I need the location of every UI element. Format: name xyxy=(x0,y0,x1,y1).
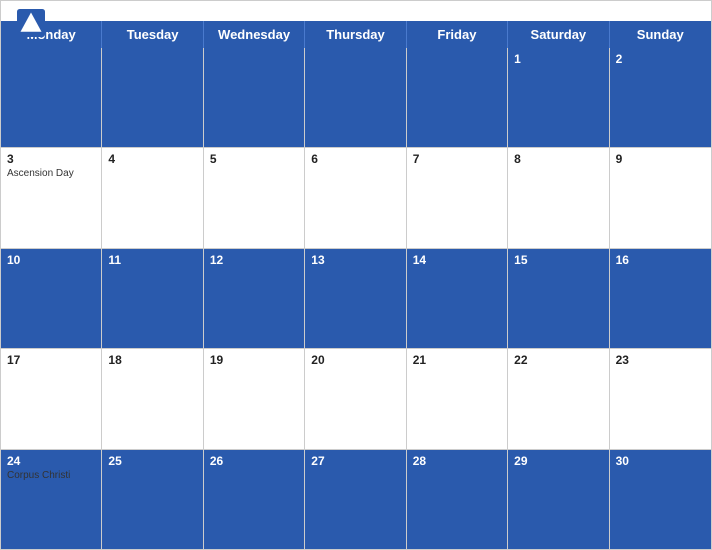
cell-date: 25 xyxy=(108,454,196,468)
cell-date: 21 xyxy=(413,353,501,367)
day-sunday: Sunday xyxy=(610,21,711,48)
cell-w1-d1 xyxy=(1,48,102,147)
cell-w5-d6: 29 xyxy=(508,450,609,549)
cell-date: 6 xyxy=(311,152,399,166)
cell-date: 13 xyxy=(311,253,399,267)
cell-w2-d2: 4 xyxy=(102,148,203,247)
cell-date: 18 xyxy=(108,353,196,367)
cell-date: 29 xyxy=(514,454,602,468)
cell-w2-d7: 9 xyxy=(610,148,711,247)
cell-date: 27 xyxy=(311,454,399,468)
cell-w2-d5: 7 xyxy=(407,148,508,247)
cell-w2-d4: 6 xyxy=(305,148,406,247)
cell-w1-d2 xyxy=(102,48,203,147)
calendar-container: Monday Tuesday Wednesday Thursday Friday… xyxy=(0,0,712,550)
cell-date: 17 xyxy=(7,353,95,367)
cell-w2-d1: 3 Ascension Day xyxy=(1,148,102,247)
calendar-header xyxy=(1,1,711,21)
cell-w5-d7: 30 xyxy=(610,450,711,549)
day-wednesday: Wednesday xyxy=(204,21,305,48)
cell-date: 30 xyxy=(616,454,705,468)
cell-w5-d3: 26 xyxy=(204,450,305,549)
cell-w3-d6: 15 xyxy=(508,249,609,348)
logo xyxy=(17,9,49,37)
cell-date: 14 xyxy=(413,253,501,267)
cell-w5-d1: 24 Corpus Christi xyxy=(1,450,102,549)
cell-date: 11 xyxy=(108,253,196,267)
cell-date: 23 xyxy=(616,353,705,367)
logo-icon xyxy=(17,9,45,37)
cell-date: 5 xyxy=(210,152,298,166)
day-friday: Friday xyxy=(407,21,508,48)
cell-w2-d3: 5 xyxy=(204,148,305,247)
cell-date: 19 xyxy=(210,353,298,367)
week-row-1: 12 xyxy=(1,48,711,148)
cell-date: 3 xyxy=(7,152,95,166)
days-header: Monday Tuesday Wednesday Thursday Friday… xyxy=(1,21,711,48)
cell-w5-d2: 25 xyxy=(102,450,203,549)
cell-w4-d5: 21 xyxy=(407,349,508,448)
cell-date: 2 xyxy=(616,52,705,66)
cell-w4-d6: 22 xyxy=(508,349,609,448)
day-tuesday: Tuesday xyxy=(102,21,203,48)
cell-w3-d3: 12 xyxy=(204,249,305,348)
cell-date: 1 xyxy=(514,52,602,66)
cell-w1-d6: 1 xyxy=(508,48,609,147)
cell-w3-d4: 13 xyxy=(305,249,406,348)
week-row-5: 24 Corpus Christi 25 26 27 28 29 30 xyxy=(1,450,711,549)
cell-date: 10 xyxy=(7,253,95,267)
cell-date: 20 xyxy=(311,353,399,367)
cell-w5-d5: 28 xyxy=(407,450,508,549)
cell-w4-d7: 23 xyxy=(610,349,711,448)
cell-date: 22 xyxy=(514,353,602,367)
cell-date: 8 xyxy=(514,152,602,166)
cell-date: 16 xyxy=(616,253,705,267)
cell-w4-d2: 18 xyxy=(102,349,203,448)
cell-date: 26 xyxy=(210,454,298,468)
week-row-2: 3 Ascension Day 456789 xyxy=(1,148,711,248)
cell-w4-d1: 17 xyxy=(1,349,102,448)
cell-date: 9 xyxy=(616,152,705,166)
cell-date: 12 xyxy=(210,253,298,267)
day-thursday: Thursday xyxy=(305,21,406,48)
cell-w5-d4: 27 xyxy=(305,450,406,549)
cell-w1-d4 xyxy=(305,48,406,147)
week-row-4: 17 18 19 20 21 22 23 xyxy=(1,349,711,449)
cell-w3-d7: 16 xyxy=(610,249,711,348)
cell-w1-d7: 2 xyxy=(610,48,711,147)
cell-date: 4 xyxy=(108,152,196,166)
calendar-body: 123Ascension Day456789101112131415161718… xyxy=(1,48,711,549)
cell-event: Ascension Day xyxy=(7,168,95,179)
cell-w1-d5 xyxy=(407,48,508,147)
cell-w3-d2: 11 xyxy=(102,249,203,348)
cell-event: Corpus Christi xyxy=(7,470,95,481)
cell-date: 28 xyxy=(413,454,501,468)
cell-date: 7 xyxy=(413,152,501,166)
cell-w3-d1: 10 xyxy=(1,249,102,348)
cell-date: 24 xyxy=(7,454,95,468)
cell-w3-d5: 14 xyxy=(407,249,508,348)
cell-w2-d6: 8 xyxy=(508,148,609,247)
cell-w4-d3: 19 xyxy=(204,349,305,448)
day-saturday: Saturday xyxy=(508,21,609,48)
cell-date: 15 xyxy=(514,253,602,267)
week-row-3: 10 11 12 13 14 15 16 xyxy=(1,249,711,349)
cell-w1-d3 xyxy=(204,48,305,147)
cell-w4-d4: 20 xyxy=(305,349,406,448)
